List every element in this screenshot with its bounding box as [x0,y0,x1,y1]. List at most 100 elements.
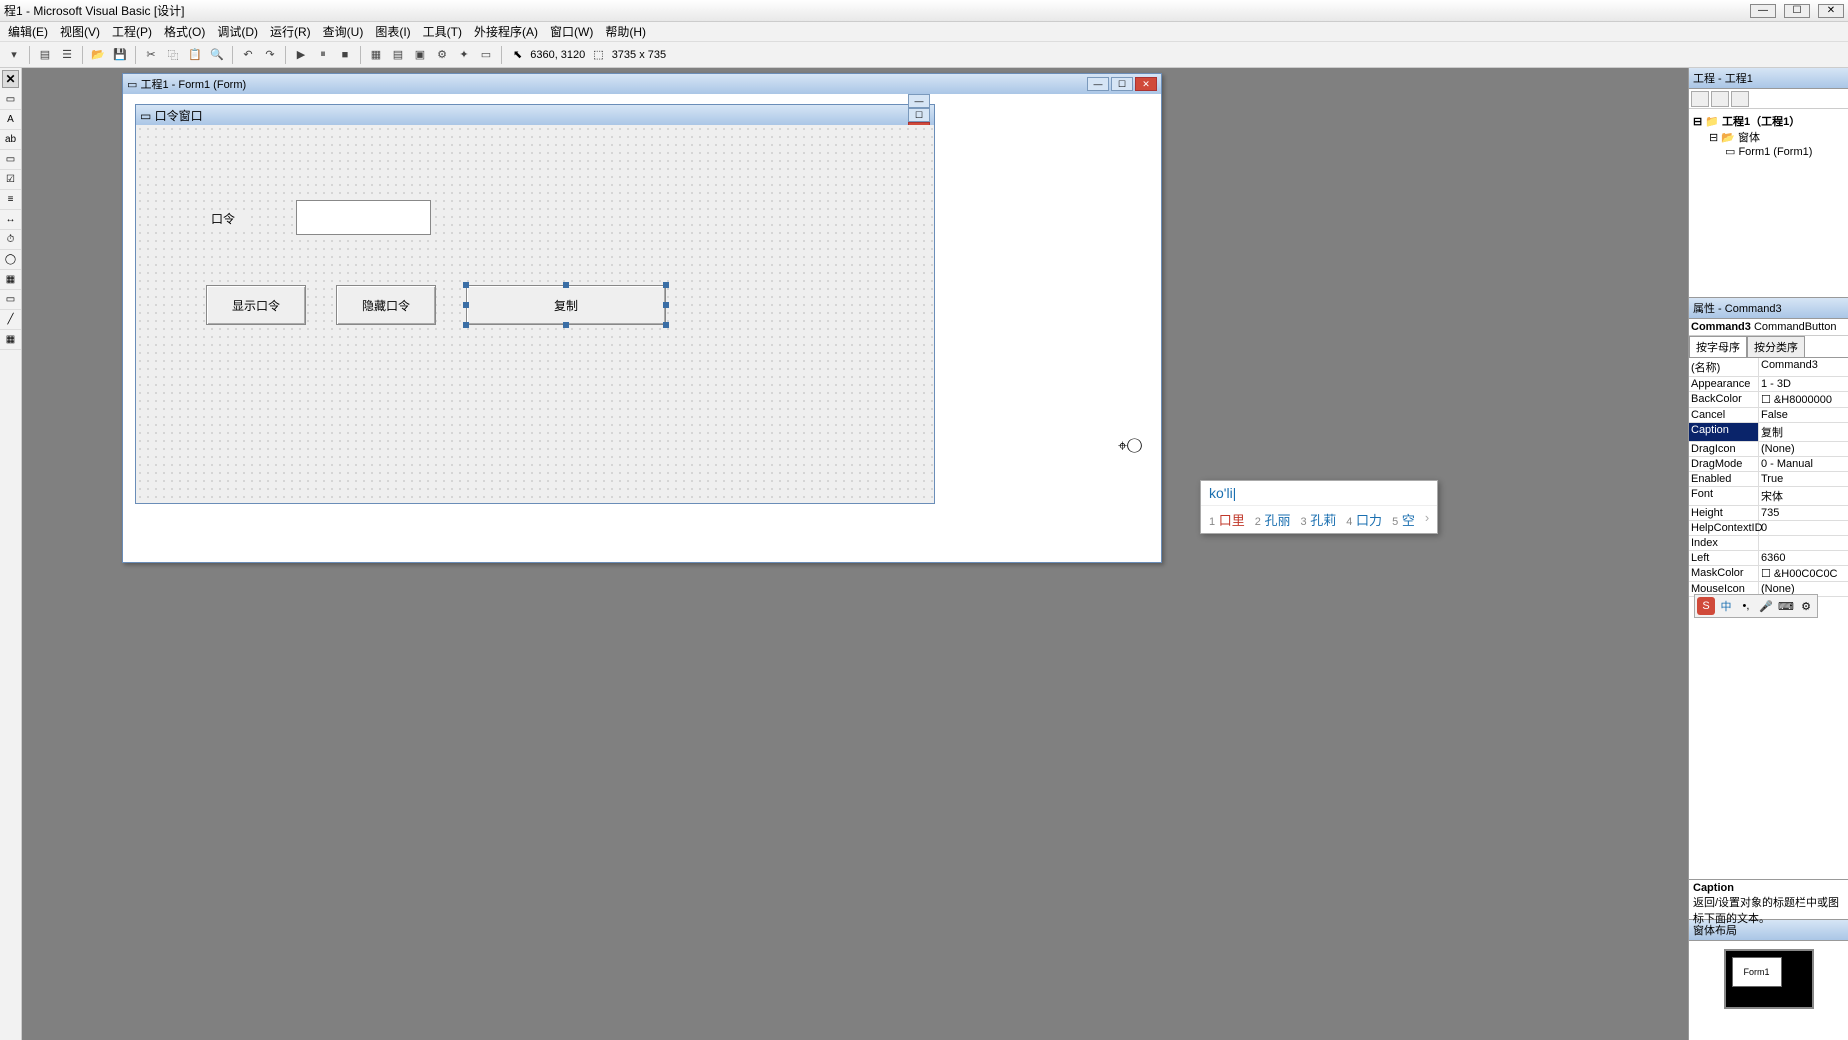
ole-tool-icon[interactable]: ▦ [0,330,21,350]
project-explorer-icon[interactable]: ▦ [366,45,386,65]
properties-object-combo[interactable]: Command3 CommandButton [1689,319,1848,336]
menu-project[interactable]: 工程(P) [108,21,156,42]
find-icon[interactable]: 🔍 [207,45,227,65]
undo-icon[interactable]: ↶ [238,45,258,65]
selection-handle[interactable] [463,282,469,288]
paste-icon[interactable]: 📋 [185,45,205,65]
ime-candidate[interactable]: 1 口里 [1209,510,1245,529]
property-value[interactable]: 735 [1759,506,1848,520]
designer-window[interactable]: ▭ 工程1 - Form1 (Form) — ☐ ✕ ▭ 口令窗口 — ☐ ✕ [122,73,1162,563]
ime-toolbar[interactable]: S 中 •, 🎤 ⌨ ⚙ [1694,594,1818,618]
timer-tool-icon[interactable]: ⏱ [0,230,21,250]
selection-handle[interactable] [463,302,469,308]
properties-grid[interactable]: (名称)Command3Appearance1 - 3DBackColor☐ &… [1689,358,1848,879]
property-row[interactable]: Index [1689,536,1848,551]
property-row[interactable]: HelpContextID0 [1689,521,1848,536]
menu-format[interactable]: 格式(O) [160,21,209,42]
property-row[interactable]: DragMode0 - Manual [1689,457,1848,472]
button-show-password[interactable]: 显示口令 [206,285,306,325]
form-layout-icon[interactable]: ▣ [410,45,430,65]
new-project-icon[interactable]: ▾ [4,45,24,65]
ime-settings-icon[interactable]: ⚙ [1797,597,1815,615]
textbox-tool-icon[interactable]: ab [0,130,21,150]
property-value[interactable]: ☐ &H00C0C0C [1759,566,1848,581]
tab-categorized[interactable]: 按分类序 [1747,336,1805,357]
pause-icon[interactable]: ⏸ [313,45,333,65]
shape-tool-icon[interactable]: ◯ [0,250,21,270]
menu-diagram[interactable]: 图表(I) [371,21,414,42]
save-icon[interactable]: 💾 [110,45,130,65]
property-row[interactable]: MaskColor☐ &H00C0C0C [1689,566,1848,582]
tree-forms-folder[interactable]: ⊟ 📂 窗体 [1709,129,1844,145]
menu-tools[interactable]: 工具(T) [419,21,466,42]
property-value[interactable]: Command3 [1759,358,1848,376]
menu-window[interactable]: 窗口(W) [546,21,597,42]
ime-voice-icon[interactable]: 🎤 [1757,597,1775,615]
ime-candidate[interactable]: 2 孔丽 [1255,510,1291,529]
form-minimize-icon[interactable]: — [908,94,930,108]
property-row[interactable]: Appearance1 - 3D [1689,377,1848,392]
property-value[interactable]: ☐ &H8000000 [1759,392,1848,407]
data-tool-icon[interactable]: ▭ [0,290,21,310]
properties-icon[interactable]: ▤ [388,45,408,65]
property-value[interactable]: False [1759,408,1848,422]
selection-handle[interactable] [563,322,569,328]
designer-titlebar[interactable]: ▭ 工程1 - Form1 (Form) — ☐ ✕ [123,74,1161,94]
menu-addins[interactable]: 外接程序(A) [470,21,542,42]
property-row[interactable]: EnabledTrue [1689,472,1848,487]
selection-handle[interactable] [463,322,469,328]
ime-lang-button[interactable]: 中 [1717,597,1735,615]
property-value[interactable]: 1 - 3D [1759,377,1848,391]
designer-close-icon[interactable]: ✕ [1135,77,1157,91]
form-maximize-icon[interactable]: ☐ [908,108,930,122]
object-browser-icon[interactable]: ⚙ [432,45,452,65]
toggle-folders-icon[interactable] [1731,91,1749,107]
line-tool-icon[interactable]: ╱ [0,310,21,330]
textbox-password[interactable] [296,200,431,235]
maximize-button[interactable]: ☐ [1784,4,1810,18]
ime-next-icon[interactable]: › [1425,510,1429,529]
button-copy[interactable]: 复制 [466,285,666,325]
tree-form1-node[interactable]: ▭ Form1 (Form1) [1725,145,1844,158]
ime-candidate[interactable]: 3 孔莉 [1301,510,1337,529]
selection-handle[interactable] [563,282,569,288]
cut-icon[interactable]: ✂ [141,45,161,65]
menu-edit[interactable]: 编辑(E) [4,21,52,42]
hscroll-tool-icon[interactable]: ↔ [0,210,21,230]
menu-editor-icon[interactable]: ☰ [57,45,77,65]
add-form-icon[interactable]: ▤ [35,45,55,65]
redo-icon[interactable]: ↷ [260,45,280,65]
property-value[interactable]: True [1759,472,1848,486]
view-code-icon[interactable] [1691,91,1709,107]
ime-logo-icon[interactable]: S [1697,597,1715,615]
open-icon[interactable]: 📂 [88,45,108,65]
form-designer[interactable]: ▭ 口令窗口 — ☐ ✕ 口令 显示口令 隐藏口令 复制 [135,104,935,504]
data-view-icon[interactable]: ▭ [476,45,496,65]
property-row[interactable]: BackColor☐ &H8000000 [1689,392,1848,408]
label-tool-icon[interactable]: A [0,110,21,130]
tree-project-node[interactable]: ⊟ 📁 工程1（工程1） [1693,113,1844,129]
menu-help[interactable]: 帮助(H) [601,21,650,42]
menu-query[interactable]: 查询(U) [319,21,368,42]
selection-handle[interactable] [663,282,669,288]
ime-candidate-popup[interactable]: ko'li| 1 口里2 孔丽3 孔莉4 口力5 空› [1200,480,1438,534]
button-hide-password[interactable]: 隐藏口令 [336,285,436,325]
toolbox-icon[interactable]: ✦ [454,45,474,65]
minimize-button[interactable]: — [1750,4,1776,18]
designer-minimize-icon[interactable]: — [1087,77,1109,91]
property-row[interactable]: Font宋体 [1689,487,1848,506]
property-row[interactable]: CancelFalse [1689,408,1848,423]
property-value[interactable]: 0 [1759,521,1848,535]
property-row[interactable]: DragIcon(None) [1689,442,1848,457]
checkbox-tool-icon[interactable]: ☑ [0,170,21,190]
property-row[interactable]: Height735 [1689,506,1848,521]
menu-view[interactable]: 视图(V) [56,21,104,42]
property-value[interactable]: 复制 [1759,423,1848,441]
toolbox-close-icon[interactable]: ✕ [2,70,19,88]
close-button[interactable]: ✕ [1818,4,1844,18]
ime-keyboard-icon[interactable]: ⌨ [1777,597,1795,615]
stop-icon[interactable]: ■ [335,45,355,65]
ime-punct-icon[interactable]: •, [1737,597,1755,615]
property-value[interactable]: 6360 [1759,551,1848,565]
property-value[interactable] [1759,536,1848,550]
